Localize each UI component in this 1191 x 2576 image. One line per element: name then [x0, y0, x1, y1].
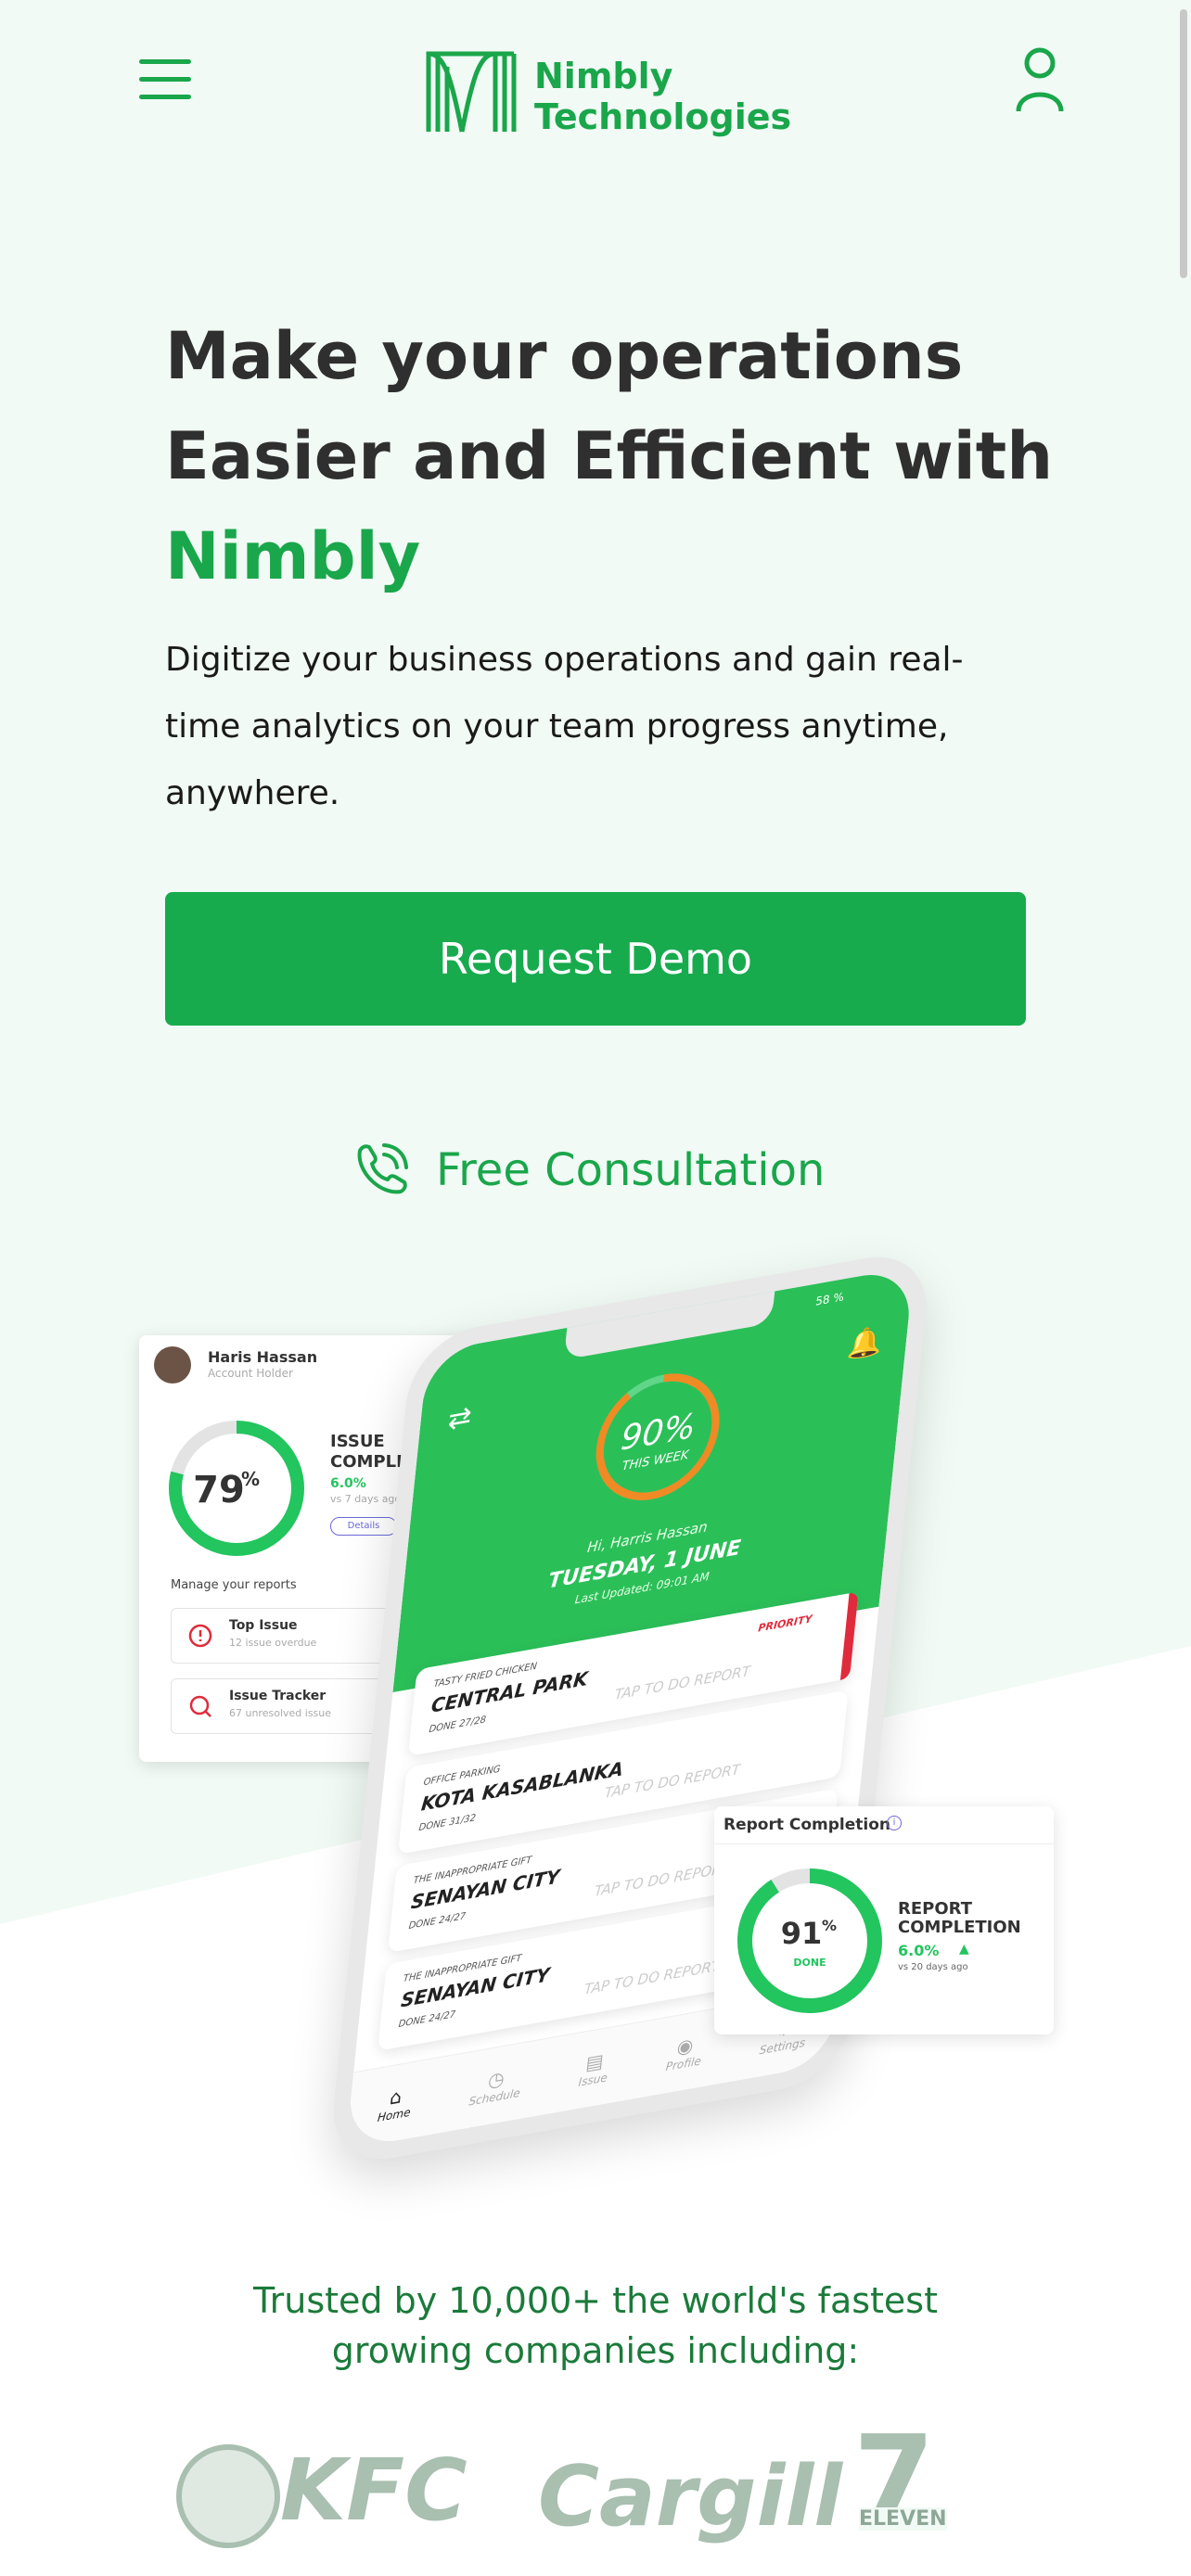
trusted-by-text: Trusted by 10,000+ the world's fastest g…	[186, 2276, 1005, 2376]
top-issue-title: Top Issue	[229, 1618, 298, 1633]
phone-icon	[357, 1143, 408, 1194]
nav-schedule[interactable]: ◷ Schedule	[468, 2063, 523, 2109]
manage-reports-label: Manage your reports	[171, 1578, 297, 1592]
report-done: DONE 27/28	[428, 1715, 487, 1736]
hero-title-accent: Nimbly	[165, 518, 421, 594]
report-action: TAP TO DO REPORT	[613, 1662, 751, 1703]
svg-text:%: %	[241, 1468, 260, 1490]
nav-profile[interactable]: ◉ Profile	[665, 2032, 704, 2074]
logo-text-line1: Nimbly	[534, 56, 673, 96]
issue-completion-ring: 79 %	[169, 1421, 304, 1556]
report-action: TAP TO DO REPORT	[583, 1957, 721, 1998]
report-completion-title: Report Completion	[724, 1816, 891, 1834]
account-role: Account Holder	[208, 1367, 293, 1380]
free-consultation-link[interactable]: Free Consultation	[352, 1133, 825, 1207]
nav-issue[interactable]: ▤ Issue	[578, 2048, 610, 2089]
menu-button[interactable]	[139, 59, 191, 102]
priority-stripe	[839, 1591, 859, 1680]
alert-icon	[188, 1624, 212, 1648]
logo-text-line2: Technologies	[534, 96, 792, 137]
arrow-up-icon: ▲	[959, 1942, 969, 1957]
info-icon[interactable]: i	[887, 1816, 902, 1830]
search-icon	[189, 1695, 211, 1717]
sync-icon[interactable]: ⇄	[446, 1400, 473, 1437]
avatar	[154, 1346, 191, 1384]
logo-mark-icon	[426, 51, 517, 133]
phone-body: 58 % ⇄ 🔔 90% THIS WEEK Hi, Harris Hassan…	[286, 1180, 993, 2214]
kfc-logo: KFC	[176, 2439, 467, 2550]
weekly-progress-ring: 90% THIS WEEK	[596, 1373, 720, 1500]
report-percent: 91	[781, 1916, 823, 1951]
report-done-label: DONE	[793, 1957, 826, 1969]
cargill-logo: Cargill	[538, 2448, 843, 2545]
hamburger-icon	[139, 59, 191, 64]
request-demo-button[interactable]: Request Demo	[165, 892, 1026, 1026]
hero-title-line2: Easier and Efficient with	[165, 418, 1054, 494]
account-button[interactable]	[1011, 46, 1069, 113]
nimbly-logo[interactable]: Nimbly Technologies	[425, 46, 792, 143]
report-location: KOTA KASABLANKA	[419, 1756, 625, 1816]
nav-home[interactable]: ⌂ Home	[377, 2083, 413, 2124]
report-change: 6.0%	[898, 1942, 940, 1959]
trusted-line2: growing companies including:	[331, 2330, 860, 2371]
bell-icon[interactable]: 🔔	[846, 1324, 884, 1363]
user-icon	[1016, 47, 1064, 112]
top-issue-sub: 12 issue overdue	[229, 1637, 317, 1649]
seven-eleven-logo: 7 ELEVEN	[853, 2410, 947, 2546]
svg-text:%: %	[822, 1917, 837, 1934]
issue-tracker-title: Issue Tracker	[229, 1689, 327, 1703]
account-name: Haris Hassan	[208, 1348, 318, 1366]
report-completion-card: Report Completion i 91 % DONE REPORT COM…	[714, 1806, 1054, 2034]
hero-subtitle: Digitize your business operations and ga…	[165, 641, 964, 812]
issue-tracker-sub: 67 unresolved issue	[229, 1707, 332, 1719]
trusted-line1: Trusted by 10,000+ the world's fastest	[252, 2280, 938, 2321]
colonel-emblem-icon	[176, 2444, 280, 2548]
hero-title: Make your operations Easier and Efficien…	[165, 306, 1056, 606]
report-completion-ring: 91 % DONE	[737, 1868, 882, 2013]
priority-badge: PRIORITY	[757, 1613, 813, 1635]
scrollbar[interactable]	[1180, 9, 1187, 278]
report-done: DONE 24/27	[408, 1911, 467, 1932]
report-done: DONE 31/32	[417, 1813, 477, 1834]
free-consultation-label: Free Consultation	[436, 1144, 826, 1196]
report-done: DONE 24/27	[398, 2009, 456, 2031]
report-label-line1: REPORT	[898, 1899, 972, 1919]
report-action: TAP TO DO REPORT	[603, 1760, 741, 1802]
report-label-line2: COMPLETION	[898, 1918, 1021, 1937]
report-action: TAP TO DO REPORT	[593, 1858, 731, 1900]
report-compare: vs 20 days ago	[898, 1962, 968, 1972]
hero-title-line1: Make your operations	[165, 318, 964, 394]
issue-percent: 79	[193, 1469, 245, 1511]
